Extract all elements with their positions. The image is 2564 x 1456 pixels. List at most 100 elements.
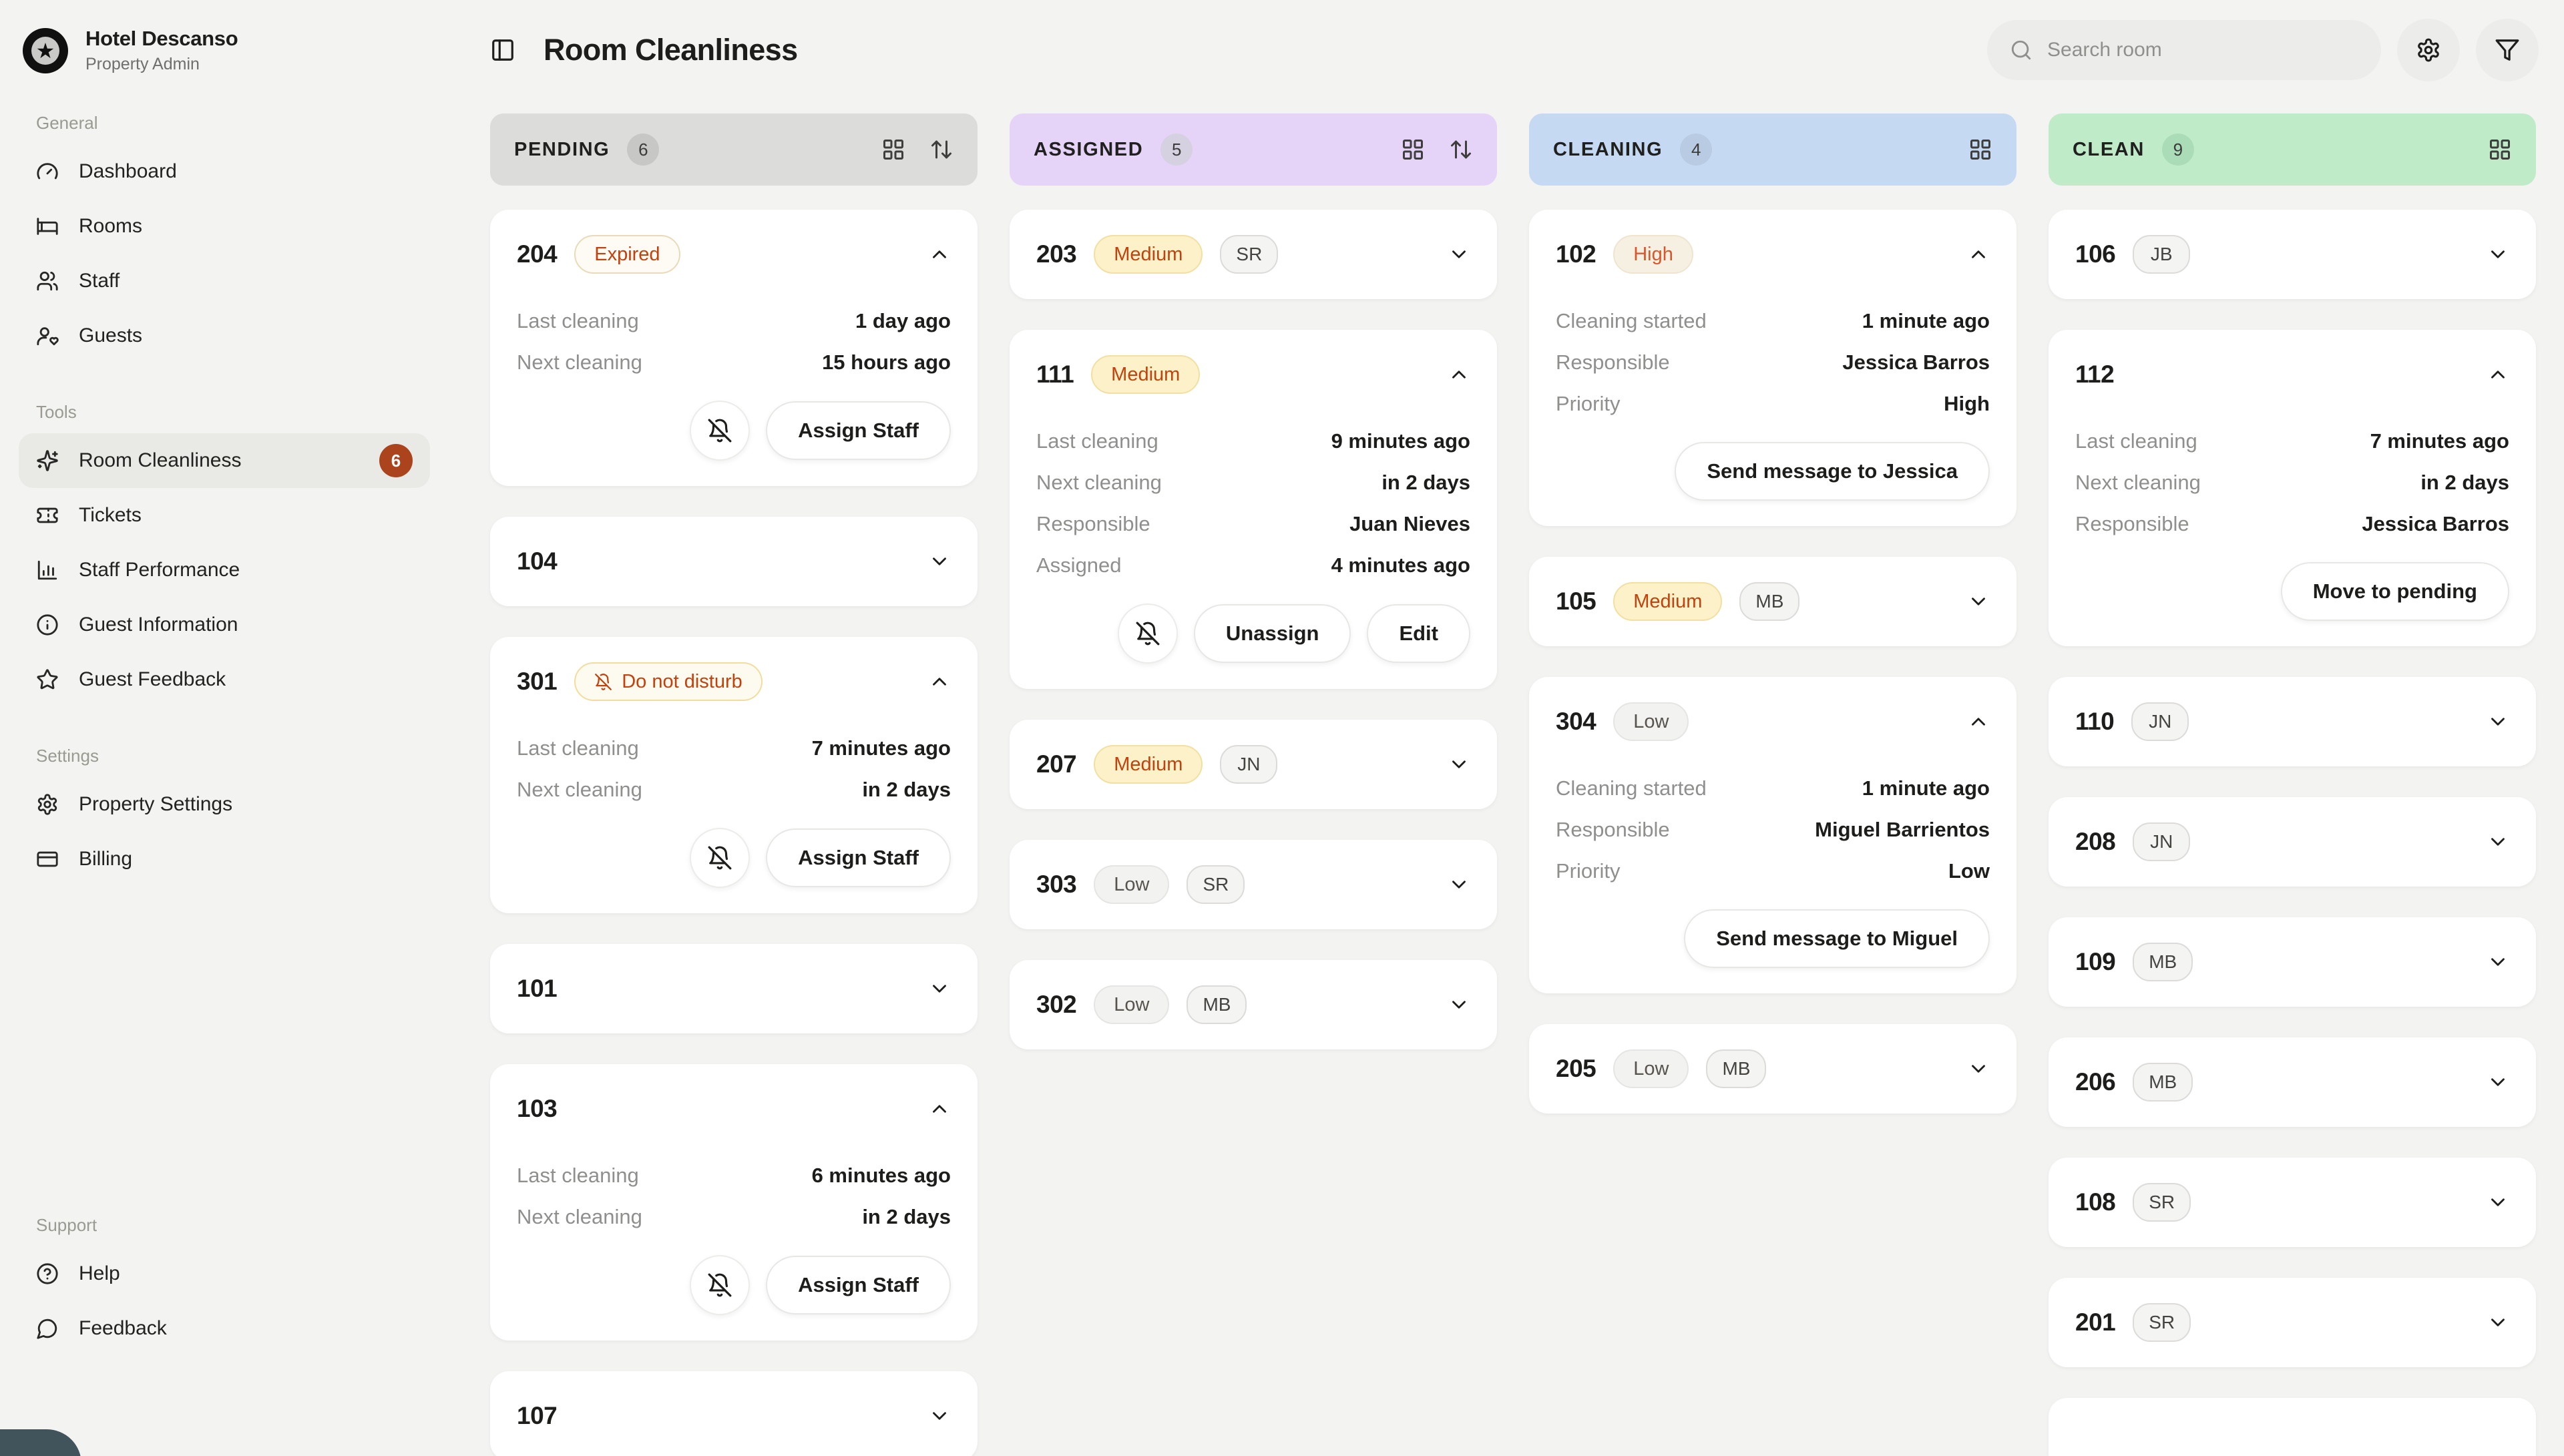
gear-icon [2416, 37, 2441, 63]
sidebar-item-staff-performance[interactable]: Staff Performance [19, 543, 430, 597]
expand-toggle[interactable] [2487, 363, 2509, 386]
settings-button[interactable] [2397, 19, 2460, 81]
room-card[interactable]: 207MediumJN [1010, 720, 1497, 809]
room-number: 103 [517, 1095, 557, 1123]
sidebar-item-dashboard[interactable]: Dashboard [19, 144, 430, 199]
sidebar-item-rooms[interactable]: Rooms [19, 199, 430, 254]
column-title: CLEANING [1553, 139, 1663, 161]
expand-toggle[interactable] [2487, 1071, 2509, 1094]
room-card[interactable]: 103Last cleaning6 minutes agoNext cleani… [490, 1064, 978, 1341]
expand-toggle[interactable] [2487, 243, 2509, 266]
detail-row: Next cleaningin 2 days [2075, 462, 2509, 503]
section-label: General [36, 113, 413, 134]
room-card[interactable]: 109MB [2049, 917, 2536, 1007]
room-number: 203 [1036, 240, 1076, 268]
expand-toggle[interactable] [1448, 753, 1470, 776]
expand-toggle[interactable] [1448, 993, 1470, 1016]
unassign-button[interactable]: Unassign [1194, 604, 1351, 663]
do-not-disturb-button[interactable] [1118, 603, 1178, 664]
do-not-disturb-button[interactable] [690, 401, 750, 461]
status-badge-label: High [1633, 244, 1673, 266]
detail-label: Responsible [1556, 350, 1670, 375]
expand-toggle[interactable] [2487, 830, 2509, 853]
expand-toggle[interactable] [928, 1405, 951, 1427]
sort-icon[interactable] [929, 138, 953, 162]
assign-staff-button[interactable]: Assign Staff [766, 1256, 951, 1314]
sidebar-item-billing[interactable]: Billing [19, 832, 430, 887]
expand-toggle[interactable] [2487, 710, 2509, 733]
expand-toggle[interactable] [1967, 590, 1990, 613]
room-card[interactable]: 301Do not disturbLast cleaning7 minutes … [490, 637, 978, 913]
grid-view-icon[interactable] [1968, 138, 1992, 162]
room-card[interactable]: 106JB [2049, 210, 2536, 299]
room-number: 205 [1556, 1055, 1596, 1083]
room-card[interactable]: 208JN [2049, 797, 2536, 887]
room-card[interactable]: 110JN [2049, 677, 2536, 766]
expand-toggle[interactable] [2487, 1191, 2509, 1214]
do-not-disturb-button[interactable] [690, 828, 750, 888]
column-header: PENDING6 [490, 113, 978, 186]
sidebar-item-guest-information[interactable]: Guest Information [19, 597, 430, 652]
expand-toggle[interactable] [1448, 363, 1470, 386]
expand-toggle[interactable] [928, 670, 951, 693]
do-not-disturb-button[interactable] [690, 1255, 750, 1315]
grid-view-icon[interactable] [1401, 138, 1425, 162]
brand-header: ★ Hotel Descanso Property Admin [19, 27, 430, 74]
expand-toggle[interactable] [928, 243, 951, 266]
room-card[interactable]: 102HighCleaning started1 minute agoRespo… [1529, 210, 2016, 526]
sidebar-item-property-settings[interactable]: Property Settings [19, 777, 430, 832]
move-to-pending-button[interactable]: Move to pending [2281, 562, 2509, 621]
status-badge-label: Medium [1633, 591, 1702, 613]
sidebar-item-label: Billing [79, 848, 132, 871]
edit-button[interactable]: Edit [1367, 604, 1470, 663]
search-input[interactable] [2047, 39, 2358, 61]
room-card[interactable]: 104 [490, 517, 978, 606]
detail-row: Last cleaning6 minutes ago [517, 1155, 951, 1196]
grid-view-icon[interactable] [2488, 138, 2512, 162]
room-card[interactable]: 107 [490, 1371, 978, 1456]
room-card[interactable]: 112Last cleaning7 minutes agoNext cleani… [2049, 330, 2536, 646]
chevron-down-icon [1448, 873, 1470, 896]
sidebar-item-staff[interactable]: Staff [19, 254, 430, 308]
room-card[interactable]: 111MediumLast cleaning9 minutes agoNext … [1010, 330, 1497, 689]
room-card[interactable]: 304LowCleaning started1 minute agoRespon… [1529, 677, 2016, 993]
sidebar-item-feedback[interactable]: Feedback [19, 1301, 430, 1356]
room-card[interactable]: 203MediumSR [1010, 210, 1497, 299]
card-header: 107 [517, 1397, 951, 1435]
send-message-to-jessica-button[interactable]: Send message to Jessica [1675, 442, 1990, 501]
expand-toggle[interactable] [928, 977, 951, 1000]
room-card[interactable]: 206MB [2049, 1037, 2536, 1127]
expand-toggle[interactable] [1967, 710, 1990, 733]
send-message-to-miguel-button[interactable]: Send message to Miguel [1684, 909, 1990, 968]
expand-toggle[interactable] [2487, 951, 2509, 973]
assignee-chip: MB [1739, 582, 1799, 621]
assign-staff-button[interactable]: Assign Staff [766, 828, 951, 887]
expand-toggle[interactable] [1967, 1057, 1990, 1080]
grid-view-icon[interactable] [881, 138, 905, 162]
expand-toggle[interactable] [1967, 243, 1990, 266]
room-card[interactable]: 302LowMB [1010, 960, 1497, 1049]
expand-toggle[interactable] [1448, 243, 1470, 266]
filter-button[interactable] [2476, 19, 2539, 81]
room-card[interactable]: 205LowMB [1529, 1024, 2016, 1114]
room-card[interactable]: 105MediumMB [1529, 557, 2016, 646]
expand-toggle[interactable] [2487, 1311, 2509, 1334]
sidebar-item-guests[interactable]: Guests [19, 308, 430, 363]
room-card[interactable]: 201SR [2049, 1278, 2536, 1367]
sort-icon[interactable] [1449, 138, 1473, 162]
room-card[interactable]: 108SR [2049, 1158, 2536, 1247]
sidebar-toggle-button[interactable] [490, 37, 515, 63]
sidebar-item-help[interactable]: Help [19, 1246, 430, 1301]
assign-staff-button[interactable]: Assign Staff [766, 401, 951, 460]
sidebar-item-guest-feedback[interactable]: Guest Feedback [19, 652, 430, 707]
expand-toggle[interactable] [928, 550, 951, 573]
room-card[interactable]: 101 [490, 944, 978, 1033]
sidebar-item-room-cleanliness[interactable]: Room Cleanliness6 [19, 433, 430, 488]
sidebar-item-tickets[interactable]: Tickets [19, 488, 430, 543]
room-card[interactable]: 204ExpiredLast cleaning1 day agoNext cle… [490, 210, 978, 486]
card-header: 304Low [1556, 702, 1990, 741]
expand-toggle[interactable] [1448, 873, 1470, 896]
room-card[interactable]: 303LowSR [1010, 840, 1497, 929]
expand-toggle[interactable] [928, 1098, 951, 1120]
room-card[interactable] [2049, 1398, 2536, 1456]
